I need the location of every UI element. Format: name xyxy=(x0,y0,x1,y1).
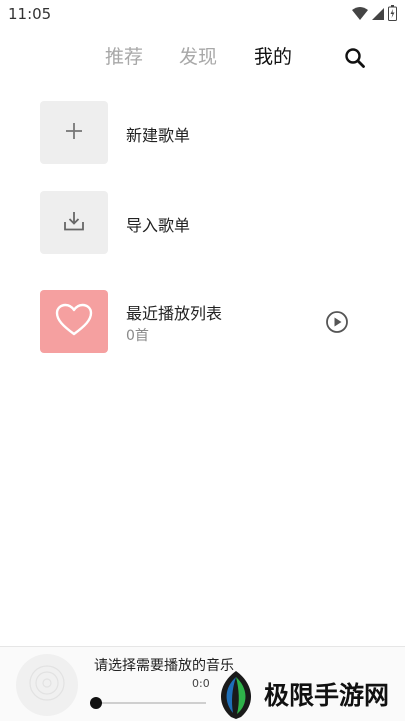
player-time: 0:0 xyxy=(192,677,210,690)
top-tab-bar: 推荐 发现 我的 xyxy=(0,38,405,78)
player-track-title: 请选择需要播放的音乐 xyxy=(94,658,234,674)
progress-bar[interactable] xyxy=(96,702,206,704)
recent-playlist-label: 最近播放列表 xyxy=(126,304,223,323)
new-playlist-row[interactable]: 新建歌单 xyxy=(40,101,370,165)
status-icons xyxy=(352,5,397,25)
plus-icon xyxy=(64,121,84,145)
tab-mine[interactable]: 我的 xyxy=(254,42,292,69)
recent-playlist-cover xyxy=(40,290,108,353)
import-playlist-tile xyxy=(40,191,108,254)
new-playlist-tile xyxy=(40,101,108,164)
watermark: 极限手游网 xyxy=(214,668,404,720)
watermark-text: 极限手游网 xyxy=(264,681,390,710)
cell-signal-icon xyxy=(372,6,384,25)
import-download-icon xyxy=(63,210,85,236)
player-disc-artwork[interactable] xyxy=(16,654,78,716)
import-playlist-row[interactable]: 导入歌单 xyxy=(40,191,370,255)
new-playlist-label: 新建歌单 xyxy=(126,126,191,145)
disc-icon xyxy=(27,663,67,707)
battery-icon xyxy=(388,5,397,25)
play-circle-icon[interactable] xyxy=(325,310,349,334)
import-playlist-label: 导入歌单 xyxy=(126,216,191,235)
progress-thumb[interactable] xyxy=(90,697,102,709)
tab-recommend[interactable]: 推荐 xyxy=(105,42,143,69)
recent-playlist-count: 0首 xyxy=(126,328,149,344)
wifi-icon xyxy=(352,6,368,25)
leaf-logo-icon xyxy=(214,668,258,720)
recent-playlist-row[interactable]: 最近播放列表 0首 xyxy=(40,290,370,354)
status-time: 11:05 xyxy=(8,5,52,23)
tab-discover[interactable]: 发现 xyxy=(179,42,217,69)
search-icon[interactable] xyxy=(343,46,367,70)
status-bar: 11:05 xyxy=(0,0,405,28)
heart-icon xyxy=(55,303,93,341)
